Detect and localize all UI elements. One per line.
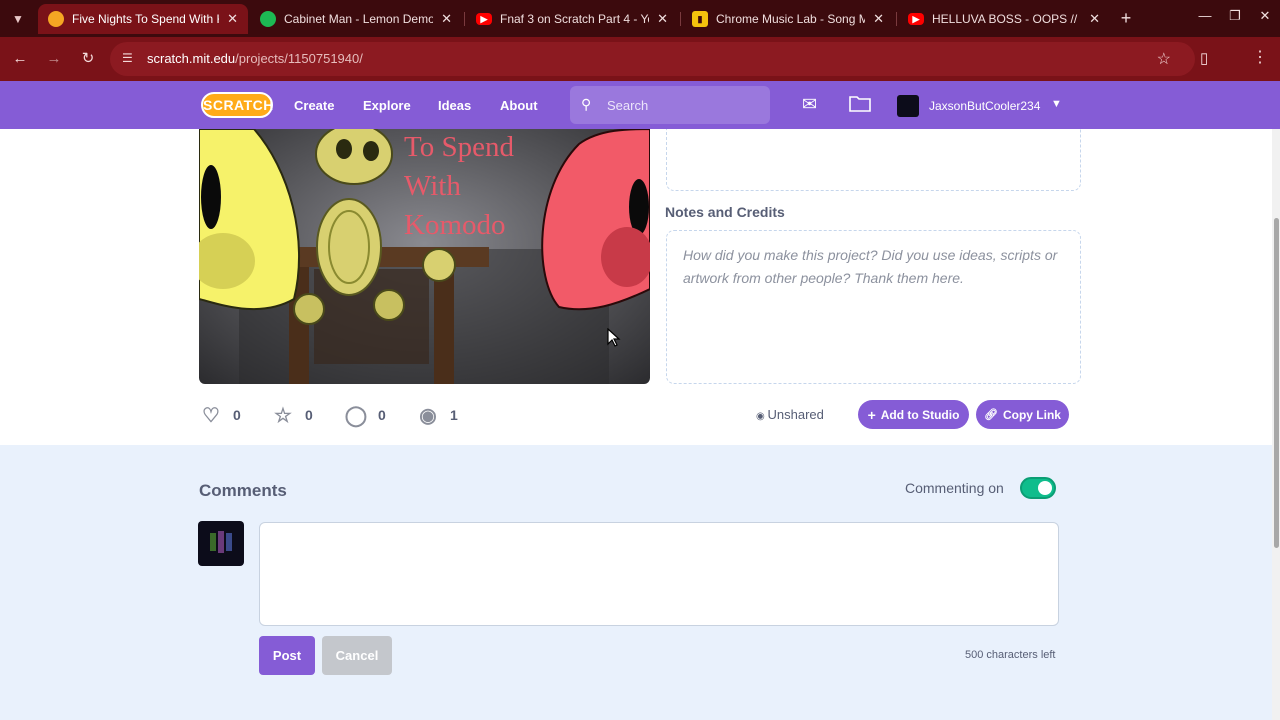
close-window-icon[interactable]: ✕ [1255, 8, 1275, 24]
browser-tab-2[interactable]: Cabinet Man - Lemon Demon ✕ [250, 4, 462, 34]
tab-title: Chrome Music Lab - Song Maker [716, 12, 866, 26]
project-stage-player[interactable]: To Spend With Komodo [199, 129, 650, 384]
new-tab-plus-icon[interactable]: + [1116, 8, 1136, 28]
heart-icon[interactable]: ♡ [199, 403, 223, 427]
search-icon: ⚲ [581, 96, 592, 112]
stage-title-line: With [404, 170, 461, 202]
browser-tab-5[interactable]: ▶ HELLUVA BOSS - OOPS // S2 ✕ [898, 4, 1110, 34]
browser-tab-3[interactable]: ▶ Fnaf 3 on Scratch Part 4 - YouTube ✕ [466, 4, 678, 34]
browser-tab-1[interactable]: Five Nights To Spend With Komodo ✕ [38, 4, 248, 34]
remix-swirl-icon: ◯ [344, 404, 368, 427]
tab-search-chevron-icon[interactable]: ▼ [6, 7, 30, 31]
restore-window-icon[interactable]: ❐ [1225, 8, 1245, 24]
instructions-textarea[interactable] [666, 129, 1081, 191]
username[interactable]: JaxsonButCooler234 [929, 99, 1040, 113]
unshared-icon: ◉ [756, 411, 768, 422]
address-bar[interactable]: ☰ scratch.mit.edu/projects/1150751940/ ☆ [110, 42, 1195, 76]
tab-title: Fnaf 3 on Scratch Part 4 - YouTube [500, 12, 649, 26]
characters-left-counter: 500 characters left [965, 649, 1056, 661]
search-input[interactable]: ⚲ Search [570, 86, 770, 124]
add-to-studio-button[interactable]: + Add to Studio [858, 400, 969, 429]
plus-icon: + [867, 406, 876, 423]
close-tab-icon[interactable]: ✕ [873, 11, 884, 27]
tab-title: Five Nights To Spend With Komodo [72, 12, 219, 26]
my-stuff-folder-icon[interactable] [849, 94, 871, 117]
close-tab-icon[interactable]: ✕ [1089, 11, 1100, 27]
unshared-status: ◉ Unshared [756, 407, 824, 422]
notes-placeholder: How did you make this project? Did you u… [683, 247, 1058, 286]
close-tab-icon[interactable]: ✕ [441, 11, 452, 27]
cancel-comment-button[interactable]: Cancel [322, 636, 392, 675]
remix-stat: ◯ 0 [344, 403, 386, 427]
page-scrollbar-thumb[interactable] [1274, 218, 1279, 548]
site-info-tune-icon[interactable]: ☰ [122, 51, 138, 67]
love-count: 0 [233, 407, 241, 423]
scratch-navbar: SCRATCH Create Explore Ideas About ⚲ Sea… [0, 81, 1280, 129]
star-icon[interactable]: ☆ [271, 403, 295, 427]
favorite-count: 0 [305, 407, 313, 423]
back-arrow-icon[interactable]: ← [10, 49, 30, 69]
spotify-favicon-icon [260, 11, 276, 27]
search-placeholder: Search [607, 98, 649, 113]
tab-title: Cabinet Man - Lemon Demon [284, 12, 434, 26]
forward-arrow-icon[interactable]: → [44, 49, 64, 69]
commenting-toggle[interactable] [1020, 477, 1056, 499]
nav-create[interactable]: Create [294, 98, 334, 113]
tab-title: HELLUVA BOSS - OOPS // S2 [932, 12, 1082, 26]
browser-tab-bar: ▼ Five Nights To Spend With Komodo ✕ Cab… [0, 0, 1280, 37]
extensions-puzzle-icon[interactable]: ▯ [1200, 49, 1208, 67]
commenting-toggle-label: Commenting on [905, 480, 1004, 496]
link-icon: 🔗︎ [984, 409, 998, 421]
eye-icon: ◉ [419, 404, 437, 427]
youtube-favicon-icon: ▶ [908, 13, 924, 25]
mouse-cursor-icon [607, 328, 621, 347]
messages-envelope-icon[interactable]: ✉ [802, 94, 817, 115]
favorite-stat[interactable]: ☆ 0 [271, 403, 313, 427]
post-comment-button[interactable]: Post [259, 636, 315, 675]
url-text[interactable]: scratch.mit.edu/projects/1150751940/ [147, 51, 363, 66]
browser-menu-kebab-icon[interactable]: ⋮ [1252, 47, 1268, 67]
account-caret-down-icon[interactable]: ▼ [1051, 98, 1062, 110]
browser-tab-4[interactable]: ▮ Chrome Music Lab - Song Maker ✕ [682, 4, 894, 34]
nav-ideas[interactable]: Ideas [438, 98, 471, 113]
browser-toolbar: ← → ↻ ☰ scratch.mit.edu/projects/1150751… [0, 37, 1280, 81]
nav-about[interactable]: About [500, 98, 538, 113]
bookmark-star-icon[interactable]: ☆ [1157, 49, 1171, 69]
stage-title-line: Komodo [404, 209, 506, 241]
tab-separator [896, 12, 897, 26]
commenter-avatar [198, 521, 244, 566]
views-stat: ◉ 1 [416, 403, 458, 427]
tab-separator [464, 12, 465, 26]
comment-textarea[interactable] [259, 522, 1059, 626]
youtube-favicon-icon: ▶ [476, 13, 492, 25]
love-stat[interactable]: ♡ 0 [199, 403, 241, 427]
views-count: 1 [450, 407, 458, 423]
nav-explore[interactable]: Explore [363, 98, 411, 113]
reload-icon[interactable]: ↻ [78, 49, 98, 69]
tab-separator [680, 12, 681, 26]
notes-and-credits-textarea[interactable]: How did you make this project? Did you u… [666, 230, 1081, 384]
user-avatar[interactable] [897, 95, 919, 117]
minimize-window-icon[interactable]: — [1195, 8, 1215, 23]
toggle-knob [1038, 481, 1052, 495]
notes-and-credits-title: Notes and Credits [665, 204, 785, 220]
stage-artwork [199, 129, 650, 384]
copy-link-button[interactable]: 🔗︎ Copy Link [976, 400, 1069, 429]
close-tab-icon[interactable]: ✕ [227, 11, 238, 27]
close-tab-icon[interactable]: ✕ [657, 11, 668, 27]
comments-title: Comments [199, 481, 287, 500]
remix-count: 0 [378, 407, 386, 423]
scratch-logo[interactable]: SCRATCH [201, 92, 273, 118]
scratch-favicon-icon [48, 11, 64, 27]
music-lab-favicon-icon: ▮ [692, 11, 708, 27]
stage-title-line: To Spend [404, 131, 514, 163]
